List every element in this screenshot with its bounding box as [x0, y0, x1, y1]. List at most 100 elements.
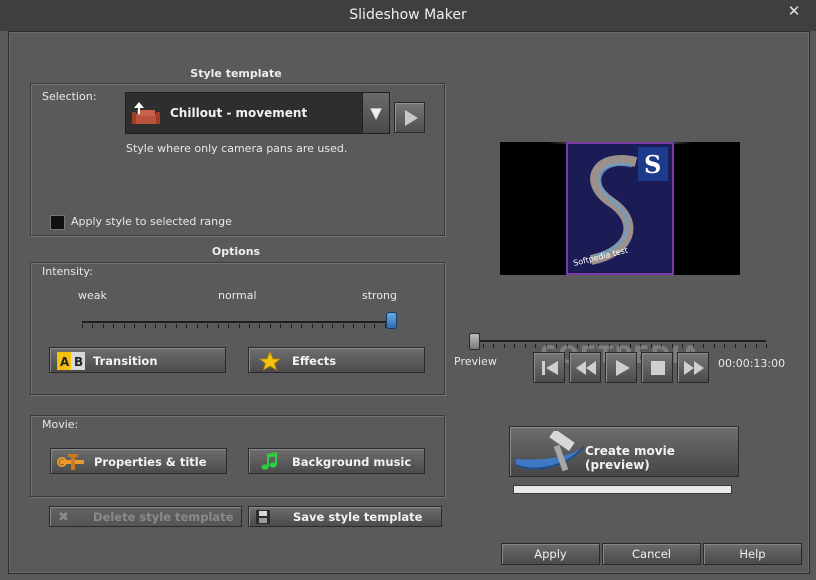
close-button[interactable]: ✕	[779, 0, 809, 22]
apply-range-checkbox[interactable]	[50, 215, 65, 230]
options-header: Options	[211, 245, 261, 258]
intensity-tick	[259, 324, 260, 328]
delete-x-icon: ✖	[58, 510, 69, 525]
intensity-tick	[364, 324, 365, 328]
fast-forward-button[interactable]	[677, 352, 709, 383]
skip-start-icon	[542, 361, 558, 375]
intensity-tick	[145, 324, 146, 328]
preview-tick	[735, 344, 736, 348]
intensity-label: Intensity:	[42, 265, 93, 278]
template-description: Style where only camera pans are used.	[126, 142, 348, 155]
dropdown-arrow-icon: ▼	[370, 104, 382, 122]
intensity-tick	[197, 324, 198, 328]
intensity-strong-label: strong	[362, 289, 398, 302]
intensity-tick	[249, 324, 250, 328]
background-music-button[interactable]: Background music	[248, 448, 425, 474]
window-titlebar: Slideshow Maker ✕	[0, 0, 816, 31]
star-icon	[258, 351, 282, 371]
preview-monitor: S Softpedia test	[500, 142, 740, 275]
play-icon	[405, 110, 418, 126]
intensity-slider-track[interactable]	[82, 321, 395, 323]
effects-button[interactable]: Effects	[248, 347, 425, 373]
apply-range-label: Apply style to selected range	[71, 215, 232, 228]
apply-button[interactable]: Apply	[501, 543, 600, 565]
preview-tick	[535, 344, 536, 348]
preview-label: Preview	[454, 355, 497, 368]
selection-label: Selection:	[42, 90, 97, 103]
delete-style-template-label: Delete style template	[93, 510, 234, 524]
style-template-dropdown[interactable]: Chillout - movement ▼	[125, 92, 390, 134]
effects-label: Effects	[292, 354, 337, 368]
stop-button[interactable]	[641, 352, 673, 383]
preview-tick	[525, 344, 526, 348]
tools-icon	[57, 454, 84, 470]
selected-template-value: Chillout - movement	[170, 106, 308, 120]
svg-text:B: B	[74, 355, 83, 369]
intensity-tick	[270, 324, 271, 328]
intensity-tick	[176, 324, 177, 328]
preview-thumbnail: S Softpedia test	[566, 142, 674, 275]
cancel-button[interactable]: Cancel	[602, 543, 701, 565]
style-template-header: Style template	[190, 67, 282, 80]
preview-tick	[756, 344, 757, 348]
preview-timeline-thumb[interactable]	[469, 333, 480, 350]
intensity-tick	[82, 324, 83, 328]
rewind-button[interactable]	[569, 352, 601, 383]
properties-title-label: Properties & title	[94, 455, 207, 469]
intensity-tick	[280, 324, 281, 328]
stop-icon	[651, 361, 665, 375]
background-music-label: Background music	[292, 455, 412, 469]
intensity-tick	[92, 324, 93, 328]
help-button[interactable]: Help	[703, 543, 802, 565]
intensity-tick	[322, 324, 323, 328]
preview-template-button[interactable]	[394, 102, 425, 133]
preview-timecode: 00:00:13:00	[718, 357, 786, 370]
template-icon	[132, 102, 160, 124]
create-movie-icon	[515, 431, 585, 472]
intensity-tick	[228, 324, 229, 328]
intensity-tick	[186, 324, 187, 328]
dropdown-arrow-button[interactable]: ▼	[362, 93, 389, 133]
properties-title-button[interactable]: Properties & title	[50, 448, 227, 474]
fast-forward-icon	[684, 361, 704, 375]
delete-style-template-button[interactable]: ✖ Delete style template	[49, 506, 242, 527]
preview-tick	[483, 344, 484, 348]
play-button[interactable]	[605, 352, 637, 383]
svg-text:A: A	[60, 355, 70, 369]
intensity-tick	[103, 324, 104, 328]
intensity-normal-label: normal	[218, 289, 257, 302]
intensity-tick	[207, 324, 208, 328]
svg-text:S: S	[644, 150, 661, 179]
intensity-tick	[165, 324, 166, 328]
music-note-icon	[261, 452, 277, 470]
create-movie-button[interactable]: Create movie (preview)	[509, 426, 739, 477]
intensity-tick	[374, 324, 375, 328]
skip-start-button[interactable]	[533, 352, 565, 383]
play-icon	[616, 360, 630, 376]
preview-tick	[714, 344, 715, 348]
save-style-template-button[interactable]: Save style template	[248, 506, 442, 527]
window-title: Slideshow Maker	[349, 7, 467, 23]
intensity-tick	[155, 324, 156, 328]
transition-button[interactable]: A B Transition	[49, 347, 226, 373]
save-style-template-label: Save style template	[293, 510, 423, 524]
close-icon: ✕	[787, 2, 801, 20]
save-icon	[256, 510, 270, 524]
intensity-tick	[113, 324, 114, 328]
intensity-tick	[332, 324, 333, 328]
options-group	[30, 262, 445, 395]
intensity-tick	[239, 324, 240, 328]
intensity-tick	[291, 324, 292, 328]
preview-tick	[724, 344, 725, 348]
intensity-slider-thumb[interactable]	[386, 312, 397, 329]
transition-ab-icon: A B	[57, 352, 85, 370]
intensity-tick	[124, 324, 125, 328]
intensity-tick	[353, 324, 354, 328]
intensity-tick	[312, 324, 313, 328]
rewind-icon	[576, 361, 596, 375]
preview-tick	[504, 344, 505, 348]
preview-tick	[766, 344, 767, 348]
intensity-tick	[343, 324, 344, 328]
movie-label: Movie:	[42, 418, 79, 431]
intensity-tick	[134, 324, 135, 328]
